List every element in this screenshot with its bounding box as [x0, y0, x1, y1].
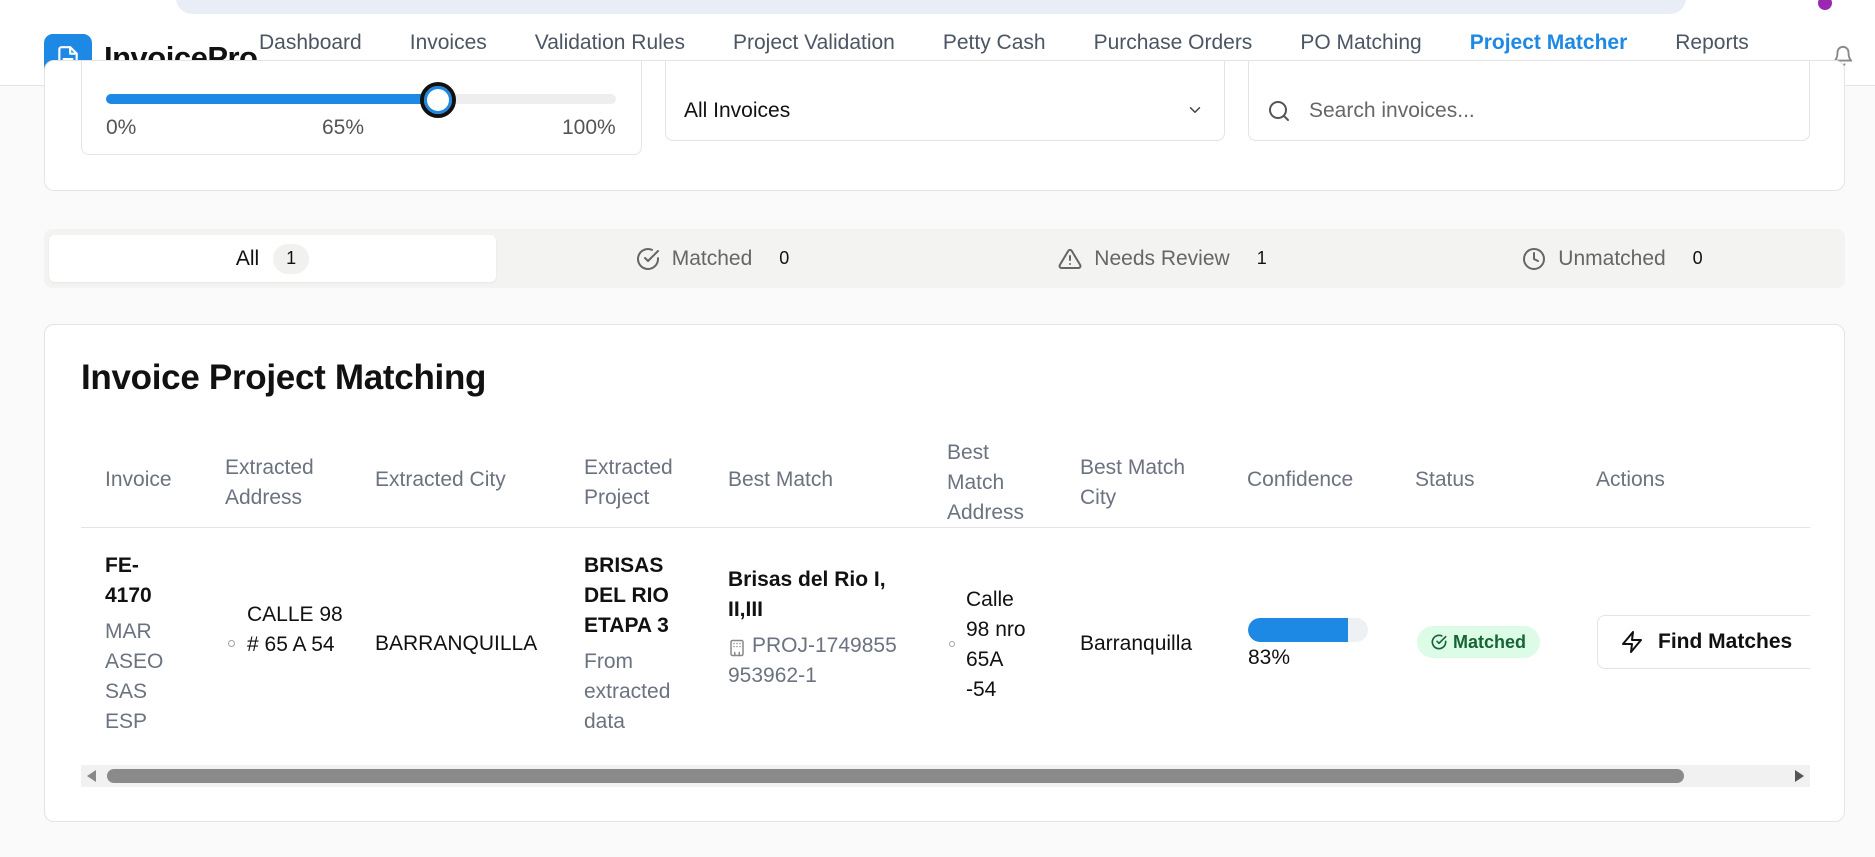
slider-fill: [106, 94, 438, 104]
browser-address-bar[interactable]: [176, 0, 1686, 14]
confidence-threshold-slider: 0% 65% 100%: [81, 61, 642, 155]
tab-unmatched[interactable]: Unmatched 0: [1394, 235, 1844, 282]
tab-count: 0: [779, 248, 790, 268]
clock-icon: [1523, 247, 1546, 270]
tab-label: Needs Review: [1094, 246, 1230, 270]
col-header-best-match-address: Best Match Address: [947, 441, 1025, 524]
tab-label: Matched: [671, 246, 753, 270]
status-label: Matched: [1453, 631, 1527, 652]
col-header-actions: Actions: [1596, 468, 1665, 491]
select-value: All Invoices: [684, 99, 791, 122]
tab-matched[interactable]: Matched 0: [494, 235, 944, 282]
confidence-value: 83%: [1248, 646, 1291, 669]
vendor-name: MAR ASEO SAS ESP: [105, 620, 164, 733]
find-matches-label: Find Matches: [1658, 630, 1793, 653]
col-header-best-match: Best Match: [728, 468, 834, 491]
filter-panel: 0% 65% 100% All Invoices: [44, 60, 1845, 191]
best-match-address: Calle 98 nro 65A -54: [966, 588, 1026, 701]
col-header-extracted-city: Extracted City: [375, 468, 506, 491]
card-title: Invoice Project Matching: [81, 358, 487, 397]
find-matches-button[interactable]: Find Matches: [1597, 615, 1810, 669]
col-header-extracted-project: Extracted Project: [584, 456, 673, 509]
tab-label: Unmatched: [1558, 246, 1666, 270]
scroll-left-arrow[interactable]: [87, 770, 96, 782]
invoice-number[interactable]: FE-4170: [105, 551, 175, 611]
best-match-city: Barranquilla: [1080, 632, 1193, 655]
warning-triangle-icon: [1058, 248, 1082, 269]
header-divider: [81, 527, 1810, 528]
extracted-address: CALLE 98 # 65 A 54: [247, 603, 343, 656]
col-header-best-match-city: Best Match City: [1080, 456, 1186, 509]
scroll-right-arrow[interactable]: [1795, 770, 1804, 782]
tab-count: 0: [1692, 248, 1703, 268]
search-box: [1248, 61, 1810, 141]
col-header-invoice: Invoice: [105, 468, 172, 491]
slider-value-label: 65%: [322, 116, 365, 139]
lightning-icon: [1622, 631, 1642, 653]
map-pin-icon: [228, 640, 235, 647]
confidence-bar-fill: [1248, 618, 1348, 642]
profile-avatar[interactable]: [1818, 0, 1832, 10]
check-circle-icon: [1431, 634, 1447, 650]
best-match-name: Brisas del Rio I, II,III: [728, 568, 886, 621]
check-circle-icon: [636, 247, 659, 270]
extracted-project-note: From extracted data: [584, 650, 671, 733]
slider-min-label: 0%: [106, 116, 137, 139]
chevron-down-icon: [1189, 107, 1201, 113]
status-badge: Matched: [1417, 626, 1541, 658]
slider-track[interactable]: [106, 94, 616, 104]
tab-count: 1: [273, 243, 310, 274]
map-pin-icon: [949, 641, 955, 647]
horizontal-scrollbar[interactable]: [81, 765, 1810, 787]
tab-count: 1: [1256, 248, 1267, 268]
search-icon: [1269, 101, 1289, 121]
status-tabs: All 1 Matched 0 Needs Review 1 Unmatched…: [44, 229, 1845, 288]
slider-max-label: 100%: [562, 116, 616, 139]
tab-label: All: [235, 246, 260, 270]
col-header-status: Status: [1415, 468, 1475, 491]
col-header-confidence: Confidence: [1247, 468, 1354, 491]
col-header-extracted-address: Extracted Address: [225, 456, 314, 509]
tab-all[interactable]: All 1: [49, 235, 496, 282]
extracted-project: BRISAS DEL RIO ETAPA 3: [584, 554, 669, 637]
best-match-code: PROJ-1749855953962-1: [728, 634, 897, 687]
browser-toolbar: [0, 0, 1875, 14]
extracted-city: BARRANQUILLA: [375, 632, 538, 655]
matching-table-card: Invoice Project Matching Invoice Extract…: [44, 324, 1845, 822]
tab-needs-review[interactable]: Needs Review 1: [944, 235, 1394, 282]
invoice-filter-select[interactable]: All Invoices: [665, 61, 1225, 141]
scrollbar-thumb[interactable]: [107, 769, 1684, 783]
search-input[interactable]: [1309, 95, 1789, 127]
slider-thumb[interactable]: [419, 82, 456, 118]
confidence-bar: [1248, 618, 1368, 642]
